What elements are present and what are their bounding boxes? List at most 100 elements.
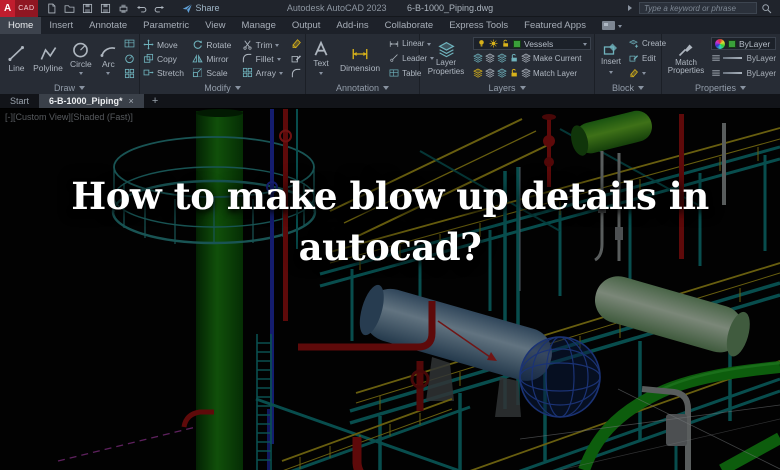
panel-expand-icon: [638, 85, 644, 93]
share-button[interactable]: Share: [181, 3, 220, 14]
edit-block-tool[interactable]: Edit: [629, 53, 666, 63]
layer-lock-small-icon[interactable]: [509, 53, 519, 63]
text-icon: [314, 42, 328, 57]
dimension-tool[interactable]: Dimension: [337, 45, 383, 73]
leader-icon: [390, 54, 398, 63]
layer-state-icon[interactable]: [485, 68, 495, 78]
open-file-icon[interactable]: [64, 3, 75, 14]
tab-featured-apps[interactable]: Featured Apps: [516, 17, 594, 34]
array-icon: [242, 67, 252, 78]
layer-lock-icon: [502, 39, 509, 48]
layer-state-icon[interactable]: [473, 53, 483, 63]
rotate-tool[interactable]: Rotate: [192, 39, 239, 50]
plot-icon[interactable]: [118, 3, 129, 14]
autocad-logo[interactable]: A CAD: [0, 0, 38, 17]
search-input[interactable]: [639, 2, 757, 14]
create-block-tool[interactable]: Create: [629, 39, 666, 49]
rectangle-icon[interactable]: [124, 38, 135, 49]
ellipse-icon[interactable]: [124, 53, 135, 64]
dimension-icon: [352, 48, 368, 60]
layer-properties-tool[interactable]: Layer Properties: [423, 41, 469, 76]
copy-tool[interactable]: Copy: [143, 53, 190, 64]
block-more-tool[interactable]: [629, 68, 666, 78]
search-icon[interactable]: [761, 3, 772, 14]
linetype-sample: [723, 72, 742, 74]
match-layer-icon[interactable]: [521, 68, 531, 78]
move-tool[interactable]: Move: [143, 39, 190, 50]
layer-properties-icon: [438, 42, 454, 58]
search-area: [628, 2, 772, 14]
layers-panel-title[interactable]: Layers: [420, 81, 594, 94]
tab-home[interactable]: Home: [0, 17, 42, 34]
hatch-icon[interactable]: [124, 68, 135, 79]
mirror-tool[interactable]: Mirror: [192, 53, 239, 64]
autocad-window: A CAD Share Autodesk AutoCAD 2023 6-B-10…: [0, 0, 780, 470]
redo-icon[interactable]: [154, 3, 165, 14]
layer-unlock-icon[interactable]: [509, 68, 519, 78]
arc-label: Arc: [101, 58, 115, 69]
tab-active-document[interactable]: 6-B-1000_Piping* ×: [39, 94, 144, 108]
modify-panel-title[interactable]: Modify: [140, 81, 305, 94]
draw-panel-title[interactable]: Draw: [0, 81, 139, 94]
annotation-panel-title[interactable]: Annotation: [306, 81, 419, 94]
tab-output[interactable]: Output: [284, 17, 329, 34]
layer-state-icon[interactable]: [473, 68, 483, 78]
search-collapse-icon[interactable]: [628, 5, 635, 11]
tab-insert[interactable]: Insert: [41, 17, 81, 34]
insert-tool[interactable]: Insert: [598, 41, 624, 76]
tab-add-ins[interactable]: Add-ins: [328, 17, 376, 34]
layer-state-icon[interactable]: [497, 68, 507, 78]
save-as-icon[interactable]: [100, 3, 111, 14]
tab-collaborate[interactable]: Collaborate: [377, 17, 442, 34]
tab-parametric[interactable]: Parametric: [135, 17, 197, 34]
text-tool[interactable]: Text: [309, 40, 333, 77]
circle-tool[interactable]: Circle: [67, 40, 95, 78]
properties-panel-title[interactable]: Properties: [662, 81, 779, 94]
color-select[interactable]: ByLayer: [711, 37, 776, 50]
erase-icon[interactable]: [291, 38, 302, 49]
match-layer-label[interactable]: Match Layer: [533, 69, 577, 78]
block-panel-title[interactable]: Block: [595, 81, 661, 94]
lineweight-select[interactable]: ByLayer: [711, 51, 776, 65]
color-wheel-icon: [715, 38, 725, 49]
make-current-label[interactable]: Make Current: [533, 54, 581, 63]
layer-state-icon[interactable]: [485, 53, 495, 63]
fillet-tool[interactable]: Fillet: [242, 53, 289, 64]
panel-expand-icon: [519, 85, 526, 93]
new-file-icon[interactable]: [46, 3, 57, 14]
overlay-title-line1: How to make blow up details in: [71, 174, 709, 218]
tab-express-tools[interactable]: Express Tools: [441, 17, 516, 34]
overlay-title-line2: autocad?: [298, 225, 482, 269]
array-tool[interactable]: Array: [242, 67, 289, 78]
quick-access-toolbar: Share: [46, 3, 220, 14]
arc-tool[interactable]: Arc: [96, 40, 121, 78]
match-properties-tool[interactable]: Match Properties: [665, 42, 707, 76]
trim-tool[interactable]: Trim: [242, 39, 289, 50]
save-icon[interactable]: [82, 3, 93, 14]
make-current-icon[interactable]: [521, 53, 531, 63]
scale-tool[interactable]: Scale: [192, 67, 239, 78]
tab-manage[interactable]: Manage: [234, 17, 284, 34]
new-document-tab-button[interactable]: +: [144, 94, 166, 108]
block-attributes-icon: [630, 69, 638, 78]
tab-annotate[interactable]: Annotate: [81, 17, 135, 34]
tab-start[interactable]: Start: [0, 94, 39, 108]
drawing-viewport[interactable]: [-][Custom View][Shaded (Fast)] How to m…: [0, 109, 780, 470]
undo-icon[interactable]: [136, 3, 147, 14]
ribbon-options-button[interactable]: [594, 17, 630, 34]
close-tab-icon[interactable]: ×: [129, 96, 134, 106]
polyline-tool[interactable]: Polyline: [30, 44, 66, 73]
offset-icon[interactable]: [291, 68, 302, 79]
explode-icon[interactable]: [291, 53, 302, 64]
match-layer-row: Match Layer: [473, 66, 591, 80]
copy-icon: [143, 53, 154, 63]
tab-view[interactable]: View: [197, 17, 233, 34]
stretch-tool[interactable]: Stretch: [143, 67, 190, 78]
linetype-select[interactable]: ByLayer: [711, 66, 776, 80]
panel-expand-icon: [79, 85, 85, 93]
layer-state-icon[interactable]: [497, 53, 507, 63]
line-tool[interactable]: Line: [4, 44, 29, 73]
insert-icon: [603, 43, 618, 55]
color-swatch: [728, 39, 736, 48]
layer-select[interactable]: Vessels: [473, 37, 591, 50]
